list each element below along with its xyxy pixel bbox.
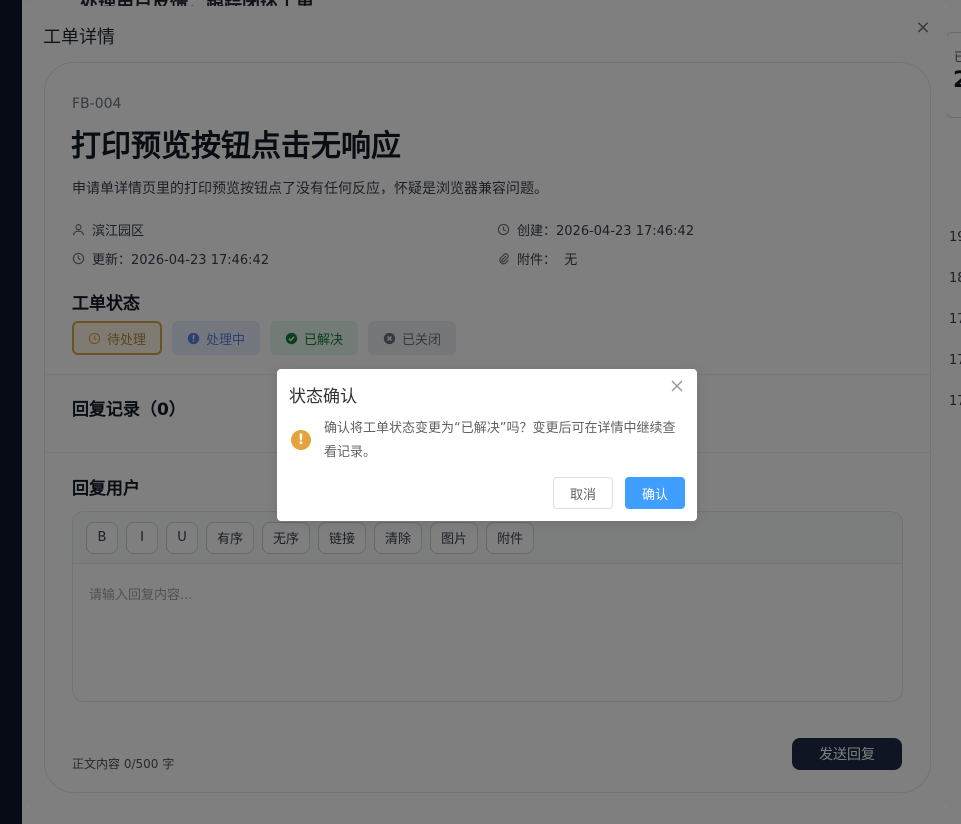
confirm-title: 状态确认 — [289, 387, 357, 407]
cancel-button[interactable]: 取消 — [553, 477, 613, 509]
close-icon[interactable] — [668, 378, 686, 396]
status-confirm-dialog: 状态确认 ! 确认将工单状态变更为“已解决”吗？变更后可在详情中继续查看记录。 … — [277, 369, 697, 521]
confirm-button[interactable]: 确认 — [625, 477, 685, 509]
warning-icon: ! — [291, 430, 311, 450]
confirm-message: 确认将工单状态变更为“已解决”吗？变更后可在详情中继续查看记录。 — [324, 421, 676, 460]
